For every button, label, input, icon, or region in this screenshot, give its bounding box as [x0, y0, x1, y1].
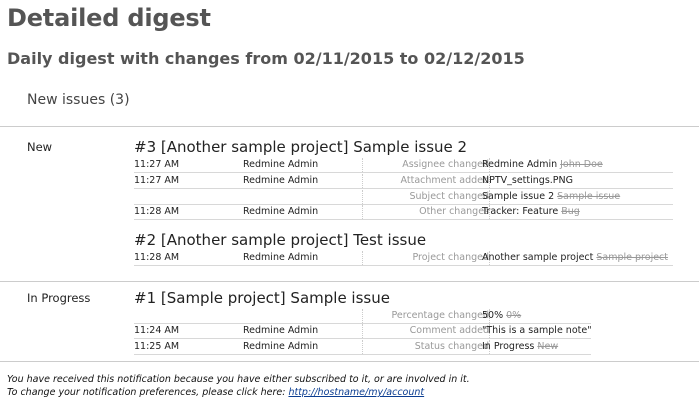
change-user: Redmine Admin: [243, 341, 319, 352]
change-value: Tracker: Feature Bug: [482, 206, 580, 217]
old-value: 0%: [506, 310, 522, 321]
change-row: 11:27 AM Redmine Admin Attachment added …: [134, 174, 673, 189]
change-value: Redmine Admin John Doe: [482, 159, 603, 170]
change-row: 11:28 AM Redmine Admin Project changed A…: [134, 251, 673, 266]
change-time: 11:27 AM: [134, 175, 180, 186]
old-value: John Doe: [560, 159, 603, 170]
change-user: Redmine Admin: [243, 325, 319, 336]
old-value: Sample project: [596, 252, 669, 263]
page-title: Detailed digest: [7, 4, 211, 32]
issue-title[interactable]: #1 [Sample project] Sample issue: [134, 289, 390, 307]
change-value: "This is a sample note": [482, 325, 592, 336]
change-user: Redmine Admin: [243, 159, 319, 170]
divider: [0, 126, 699, 127]
issue-title[interactable]: #2 [Another sample project] Test issue: [134, 231, 426, 249]
change-row: 11:24 AM Redmine Admin Comment added "Th…: [134, 324, 592, 339]
change-row: Subject changed Sample issue 2 Sample iss…: [134, 190, 673, 205]
change-row: 11:25 AM Redmine Admin Status changed In…: [134, 340, 591, 355]
status-label: In Progress: [27, 291, 91, 305]
change-value: Another sample project Sample project: [482, 252, 669, 263]
old-value: Sample issue: [557, 191, 621, 202]
page-subtitle: Daily digest with changes from 02/11/201…: [7, 49, 525, 68]
change-time: 11:28 AM: [134, 252, 180, 263]
section-heading: New issues (3): [27, 92, 130, 108]
change-label: Status changed: [362, 340, 490, 354]
change-row: 11:27 AM Redmine Admin Assignee changed …: [134, 158, 673, 173]
change-time: 11:25 AM: [134, 341, 180, 352]
status-label: New: [27, 140, 53, 154]
change-user: Redmine Admin: [243, 252, 319, 263]
footer-notice: You have received this notification beca…: [7, 374, 470, 385]
change-time: 11:27 AM: [134, 159, 180, 170]
change-value: Sample issue 2 Sample issue: [482, 191, 621, 202]
change-label: Comment added: [362, 324, 490, 338]
change-value: 50% 0%: [482, 310, 522, 321]
footer-preferences: To change your notification preferences,…: [7, 387, 424, 398]
change-label: Project changed: [362, 251, 490, 265]
divider: [0, 361, 699, 362]
change-row: 11:28 AM Redmine Admin Other changes Tra…: [134, 205, 673, 220]
change-user: Redmine Admin: [243, 206, 319, 217]
change-time: 11:24 AM: [134, 325, 180, 336]
change-label: Other changes: [362, 205, 490, 219]
change-row: Percentage changed 50% 0%: [134, 309, 591, 324]
change-label: Percentage changed: [362, 309, 490, 323]
account-link[interactable]: http://hostname/my/account: [288, 387, 424, 398]
change-time: 11:28 AM: [134, 206, 180, 217]
change-user: Redmine Admin: [243, 175, 319, 186]
change-label: Attachment added: [362, 174, 490, 188]
change-label: Assignee changed: [362, 158, 490, 172]
old-value: New: [537, 341, 559, 352]
change-value: NPTV_settings.PNG: [482, 175, 573, 186]
change-label: Subject changed: [362, 190, 490, 204]
footer-preferences-text: To change your notification preferences,…: [7, 387, 289, 398]
change-value: In Progress New: [482, 341, 559, 352]
issue-title[interactable]: #3 [Another sample project] Sample issue…: [134, 138, 467, 156]
divider: [0, 281, 699, 282]
old-value: Bug: [561, 206, 580, 217]
